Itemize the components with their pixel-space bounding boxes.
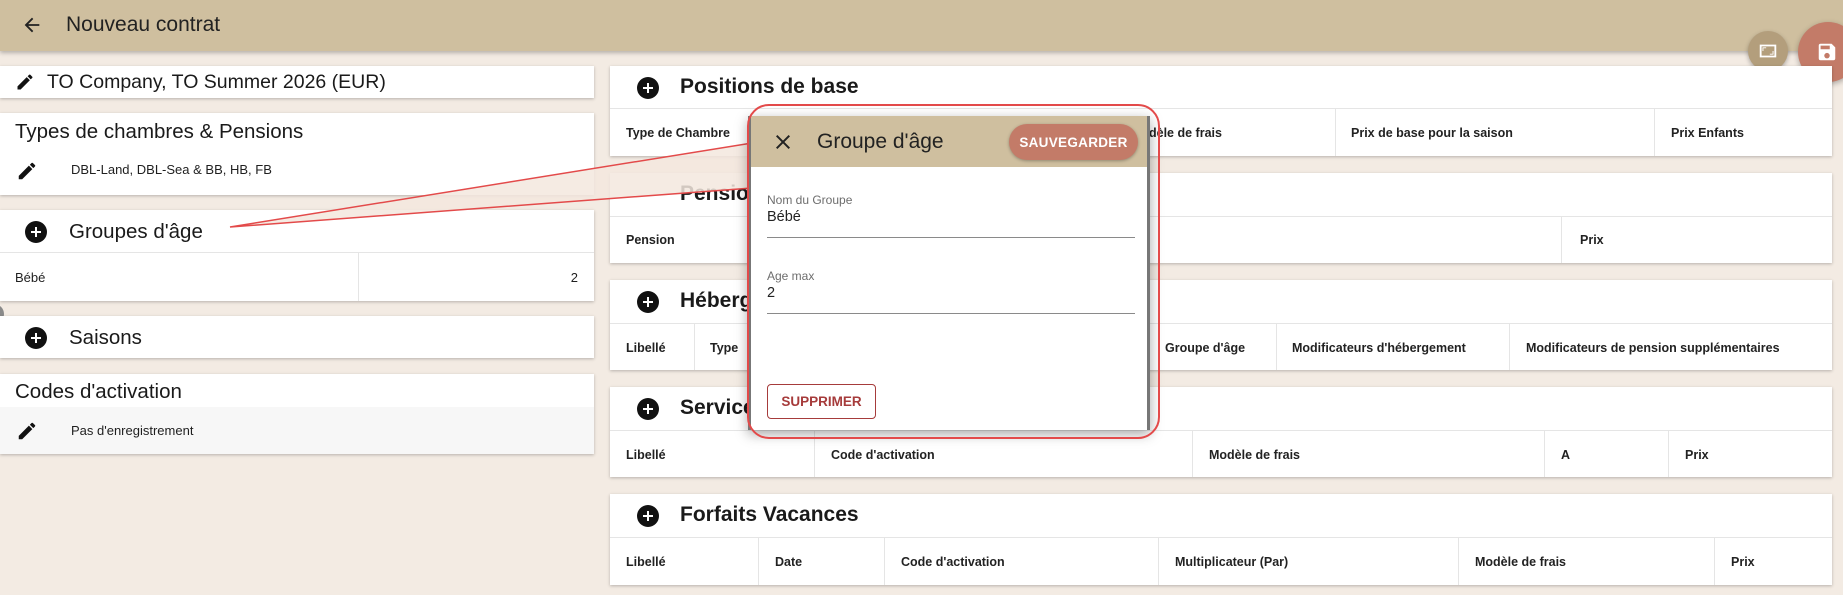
age-groups-card: Groupes d'âge Bébé 2 [0, 210, 594, 301]
divider [758, 537, 759, 585]
column-header: Modificateurs de pension supplémentaires [1526, 341, 1780, 355]
table-row[interactable]: Bébé 2 [0, 252, 594, 301]
save-icon [1818, 43, 1836, 61]
age-group-max: 2 [570, 270, 578, 285]
column-header: Code d'activation [901, 555, 1005, 569]
column-header: Libellé [626, 448, 666, 462]
column-header: Prix [1685, 448, 1709, 462]
activation-codes-value: Pas d'enregistrement [71, 423, 194, 438]
divider [694, 323, 695, 370]
contract-card: TO Company, TO Summer 2026 (EUR) [0, 66, 594, 98]
pensions-title: Pensio [680, 182, 749, 205]
column-header: Libellé [626, 341, 666, 355]
edit-icon[interactable] [16, 420, 38, 442]
column-header: Groupe d'âge [1165, 341, 1246, 355]
divider [1192, 430, 1193, 477]
divider [1654, 108, 1655, 156]
fullscreen-button[interactable] [1748, 31, 1788, 71]
divider [1561, 216, 1562, 263]
divider [1668, 430, 1669, 477]
divider [1458, 537, 1459, 585]
column-header: A [1561, 448, 1571, 462]
packages-title: Forfaits Vacances [680, 503, 859, 526]
seasons-card: Saisons [0, 316, 594, 358]
column-header: Modificateurs d'hébergement [1292, 341, 1466, 355]
services-title: Service [680, 396, 755, 419]
column-header: Date [775, 555, 803, 569]
edit-icon[interactable] [15, 72, 35, 92]
add-base-position-icon[interactable] [637, 77, 659, 99]
add-service-icon[interactable] [637, 398, 659, 420]
edit-icon[interactable] [16, 160, 38, 182]
column-header: Pension [626, 233, 675, 247]
activation-codes-title: Codes d'activation [15, 380, 182, 403]
column-header: Prix Enfants [1671, 126, 1744, 140]
divider [1509, 323, 1510, 370]
column-header: Libellé [626, 555, 666, 569]
room-types-value: DBL-Land, DBL-Sea & BB, HB, FB [71, 162, 272, 177]
highlight-frame [747, 104, 1160, 439]
packages-card: Forfaits Vacances Libellé Date Code d'ac… [610, 494, 1832, 585]
base-positions-title: Positions de base [680, 75, 859, 98]
age-group-name: Bébé [15, 270, 46, 285]
activation-codes-card: Codes d'activation Pas d'enregistrement [0, 374, 594, 454]
divider [610, 537, 1832, 538]
add-age-group-icon[interactable] [25, 221, 47, 243]
add-season-icon[interactable] [25, 327, 47, 349]
divider [1158, 537, 1159, 585]
divider [884, 537, 885, 585]
app-bar: Nouveau contrat [0, 0, 1843, 51]
age-groups-title: Groupes d'âge [69, 220, 203, 243]
column-header: Prix [1580, 233, 1604, 247]
back-arrow-icon[interactable] [18, 11, 46, 39]
column-header: Prix de base pour la saison [1351, 126, 1513, 140]
column-header: Modèle de frais [1475, 555, 1566, 569]
divider [1714, 537, 1715, 585]
column-header: Code d'activation [831, 448, 935, 462]
column-header: Type de Chambre [626, 126, 730, 140]
divider [1335, 108, 1336, 156]
add-accommodation-icon[interactable] [637, 291, 659, 313]
page-title: Nouveau contrat [66, 13, 221, 36]
column-header: Modèle de frais [1209, 448, 1300, 462]
fullscreen-icon [1759, 44, 1777, 58]
contract-title: TO Company, TO Summer 2026 (EUR) [47, 71, 386, 93]
add-package-icon[interactable] [637, 505, 659, 527]
accommodation-title: Héberg [680, 289, 753, 312]
room-types-card: Types de chambres & Pensions DBL-Land, D… [0, 113, 594, 195]
seasons-title: Saisons [69, 326, 142, 349]
column-header: Type [710, 341, 739, 355]
room-types-title: Types de chambres & Pensions [15, 120, 304, 143]
divider [1276, 323, 1277, 370]
divider [1544, 430, 1545, 477]
column-header: Prix [1731, 555, 1755, 569]
column-header: Multiplicateur (Par) [1175, 555, 1289, 569]
